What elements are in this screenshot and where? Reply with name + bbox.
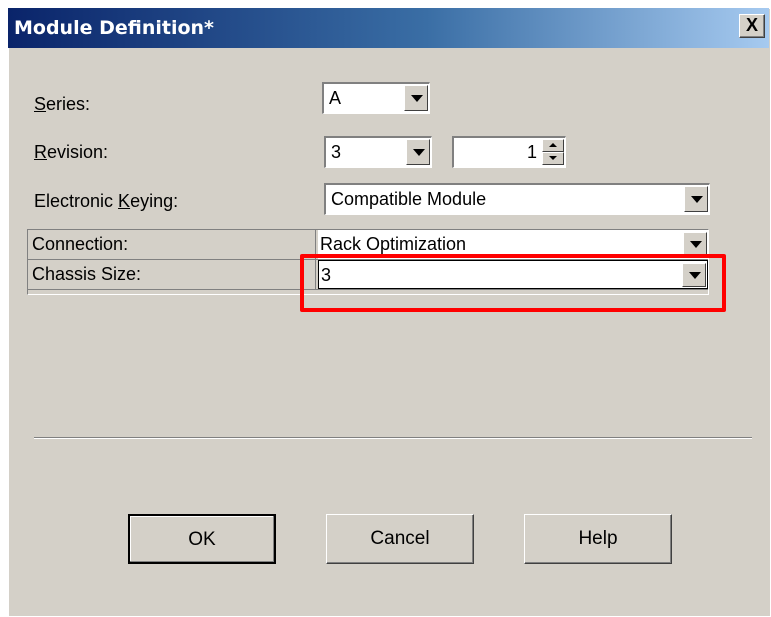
- dialog-title: Module Definition*: [14, 17, 214, 39]
- electronic-keying-value: Compatible Module: [331, 189, 487, 209]
- connection-dropdown-button[interactable]: [683, 232, 707, 256]
- revision-major-dropdown-button[interactable]: [406, 139, 430, 165]
- series-dropdown-button[interactable]: [404, 85, 428, 111]
- close-button[interactable]: X: [739, 14, 765, 38]
- arrow-up-icon: [549, 143, 557, 147]
- revision-minor-spinner[interactable]: 1: [452, 136, 566, 168]
- revision-major-value: 3: [331, 142, 342, 162]
- revision-major-dropdown[interactable]: 3: [324, 136, 432, 168]
- series-label: Series:: [34, 94, 91, 114]
- title-bar: Module Definition*: [8, 8, 769, 48]
- ok-button[interactable]: OK: [128, 514, 276, 564]
- connection-label: Connection:: [28, 230, 316, 259]
- cancel-button[interactable]: Cancel: [326, 514, 474, 564]
- series-dropdown[interactable]: A: [322, 82, 430, 114]
- electronic-keying-label: Electronic Keying:: [34, 191, 179, 211]
- electronic-keying-dropdown-button[interactable]: [684, 186, 708, 212]
- arrow-down-icon: [549, 156, 557, 160]
- series-value: A: [329, 88, 342, 108]
- help-button[interactable]: Help: [524, 514, 672, 564]
- revision-minor-value: 1: [526, 142, 537, 162]
- chevron-down-icon: [691, 196, 703, 203]
- connection-value: Rack Optimization: [320, 234, 467, 254]
- chevron-down-icon: [413, 149, 425, 156]
- electronic-keying-dropdown[interactable]: Compatible Module: [324, 183, 710, 215]
- chevron-down-icon: [411, 95, 423, 102]
- spin-up-button[interactable]: [542, 139, 564, 152]
- revision-label: Revision:: [34, 142, 109, 162]
- chassis-size-label: Chassis Size:: [28, 260, 316, 289]
- spin-down-button[interactable]: [542, 152, 564, 165]
- chevron-down-icon: [690, 241, 702, 248]
- separator: [34, 437, 752, 439]
- highlight-box: [300, 254, 726, 312]
